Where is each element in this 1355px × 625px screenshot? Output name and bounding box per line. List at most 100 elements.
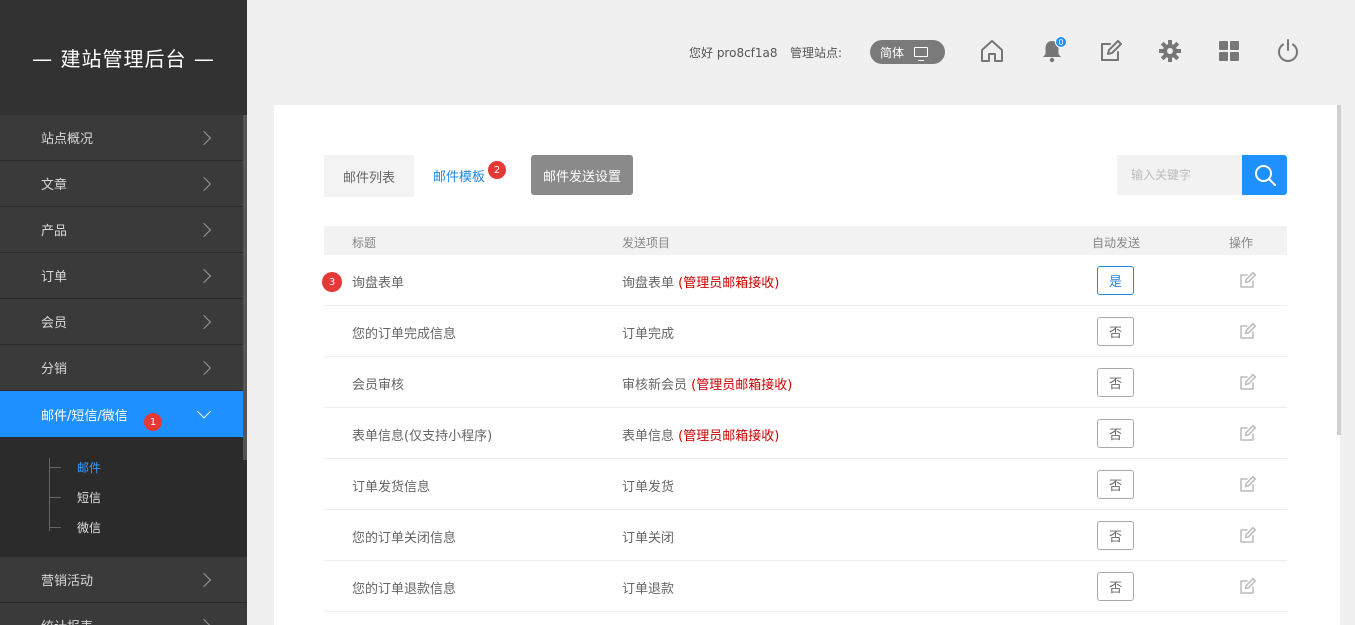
auto-send-toggle[interactable]: 否 bbox=[1097, 368, 1134, 397]
gear-icon[interactable] bbox=[1157, 38, 1183, 64]
edit-icon[interactable] bbox=[1238, 321, 1258, 341]
power-icon[interactable] bbox=[1275, 38, 1301, 64]
home-icon[interactable] bbox=[979, 38, 1005, 64]
submenu-item-label: 邮件 bbox=[77, 460, 102, 475]
sidebar-item-label: 分销 bbox=[41, 362, 68, 377]
search-input[interactable] bbox=[1117, 155, 1242, 195]
send-item-note: (管理员邮箱接收) bbox=[691, 378, 793, 393]
sidebar-item-label: 站点概况 bbox=[41, 132, 94, 147]
edit-icon[interactable] bbox=[1238, 525, 1258, 545]
sidebar-item-overview[interactable]: 站点概况 bbox=[0, 115, 247, 161]
chevron-right-icon bbox=[196, 572, 212, 587]
sidebar-item-members[interactable]: 会员 bbox=[0, 299, 247, 345]
notification-count: 0 bbox=[1055, 36, 1067, 48]
tree-tick bbox=[49, 467, 61, 468]
grid-icon[interactable] bbox=[1216, 38, 1242, 64]
table-row: 您的订单关闭信息 订单关闭 否 bbox=[324, 510, 1287, 561]
sidebar: — 建站管理后台 — 站点概况 文章 产品 订单 会员 分销 邮件/短信/微信 … bbox=[0, 0, 247, 625]
send-item-name: 询盘表单 bbox=[622, 276, 675, 291]
edit-icon[interactable] bbox=[1238, 270, 1258, 290]
column-header-auto: 自动发送 bbox=[1092, 236, 1141, 250]
send-item-name: 表单信息 bbox=[622, 429, 675, 444]
submenu-item-label: 短信 bbox=[77, 490, 102, 505]
send-item-note: (管理员邮箱接收) bbox=[678, 276, 780, 291]
auto-send-toggle[interactable]: 否 bbox=[1097, 572, 1134, 601]
edit-icon[interactable] bbox=[1238, 423, 1258, 443]
sidebar-item-distribution[interactable]: 分销 bbox=[0, 345, 247, 391]
sidebar-item-label: 营销活动 bbox=[41, 574, 94, 589]
page-scrollbar[interactable] bbox=[1337, 105, 1341, 435]
column-header-title: 标题 bbox=[352, 236, 377, 250]
sidebar-item-products[interactable]: 产品 bbox=[0, 207, 247, 253]
row-title: 询盘表单 bbox=[352, 276, 405, 291]
sidebar-item-label: 会员 bbox=[41, 316, 68, 331]
auto-send-toggle[interactable]: 否 bbox=[1097, 470, 1134, 499]
row-send-item: 订单关闭 bbox=[622, 527, 674, 546]
edit-icon[interactable] bbox=[1238, 576, 1258, 596]
sidebar-item-orders[interactable]: 订单 bbox=[0, 253, 247, 299]
brand-title: — 建站管理后台 — bbox=[0, 0, 247, 115]
row-title: 您的订单退款信息 bbox=[352, 582, 457, 597]
sidebar-item-articles[interactable]: 文章 bbox=[0, 161, 247, 207]
step-badge: 1 bbox=[144, 413, 162, 431]
chevron-right-icon bbox=[196, 222, 212, 237]
send-item-name: 审核新会员 bbox=[622, 378, 688, 393]
sidebar-item-reports[interactable]: 统计报表 bbox=[0, 603, 247, 625]
chevron-right-icon bbox=[196, 314, 212, 329]
row-title: 会员审核 bbox=[352, 378, 405, 393]
tree-tick bbox=[49, 527, 61, 528]
step-badge: 2 bbox=[488, 161, 507, 179]
search-icon bbox=[1254, 165, 1276, 186]
submenu-item-label: 微信 bbox=[77, 520, 102, 535]
sidebar-item-messaging[interactable]: 邮件/短信/微信 1 bbox=[0, 391, 247, 437]
column-header-op: 操作 bbox=[1229, 236, 1254, 250]
sidebar-item-label: 订单 bbox=[41, 270, 68, 285]
bell-icon[interactable]: 0 bbox=[1039, 36, 1067, 64]
search-button[interactable] bbox=[1242, 155, 1287, 195]
tab-label: 邮件模板 bbox=[433, 170, 486, 185]
main-panel: 邮件列表 邮件模板 2 邮件发送设置 标题 发送项目 自动发送 操作 3 询盘表单… bbox=[274, 105, 1340, 625]
submenu-item-wechat[interactable]: 微信 bbox=[0, 512, 247, 542]
monitor-icon bbox=[914, 47, 929, 61]
chevron-right-icon bbox=[196, 130, 212, 145]
sidebar-item-label: 统计报表 bbox=[41, 616, 93, 625]
row-send-item: 订单完成 bbox=[622, 323, 674, 342]
edit-icon[interactable] bbox=[1238, 474, 1258, 494]
edit-icon[interactable] bbox=[1238, 372, 1258, 392]
auto-send-toggle[interactable]: 否 bbox=[1097, 521, 1134, 550]
edit-icon[interactable] bbox=[1098, 38, 1124, 64]
email-send-settings-button[interactable]: 邮件发送设置 bbox=[531, 155, 633, 195]
auto-send-toggle[interactable]: 是 bbox=[1097, 266, 1134, 295]
submenu-item-email[interactable]: 邮件 bbox=[0, 452, 247, 482]
send-item-name: 订单关闭 bbox=[622, 531, 675, 546]
row-send-item: 订单退款 bbox=[622, 578, 674, 597]
submenu-item-sms[interactable]: 短信 bbox=[0, 482, 247, 512]
row-send-item: 订单发货 bbox=[622, 476, 674, 495]
tab-email-templates[interactable]: 邮件模板 2 bbox=[414, 155, 507, 197]
row-title: 您的订单完成信息 bbox=[352, 327, 457, 342]
row-title: 订单发货信息 bbox=[352, 480, 431, 495]
send-item-note: (管理员邮箱接收) bbox=[678, 429, 780, 444]
auto-send-toggle[interactable]: 否 bbox=[1097, 419, 1134, 448]
sidebar-item-label: 产品 bbox=[41, 224, 68, 239]
chevron-right-icon bbox=[196, 176, 212, 191]
sidebar-item-marketing[interactable]: 营销活动 bbox=[0, 557, 247, 603]
row-title: 您的订单关闭信息 bbox=[352, 531, 457, 546]
table-row: 订单发货信息 订单发货 否 bbox=[324, 459, 1287, 510]
language-switch-button[interactable]: 简体 bbox=[870, 40, 945, 64]
site-label: 管理站点: bbox=[790, 46, 843, 60]
auto-send-toggle[interactable]: 否 bbox=[1097, 317, 1134, 346]
table-row: 您的订单完成信息 订单完成 否 bbox=[324, 306, 1287, 357]
send-item-name: 订单完成 bbox=[622, 327, 675, 342]
table-header: 标题 发送项目 自动发送 操作 bbox=[324, 226, 1287, 255]
step-badge: 3 bbox=[322, 272, 342, 292]
row-send-item: 表单信息 (管理员邮箱接收) bbox=[622, 425, 779, 444]
tab-email-list[interactable]: 邮件列表 bbox=[324, 155, 414, 197]
chevron-right-icon bbox=[196, 618, 212, 625]
sidebar-item-label: 邮件/短信/微信 bbox=[41, 408, 128, 424]
header: 您好 pro8cf1a8 管理站点: 简体 0 bbox=[247, 0, 1355, 105]
table-row: 您的订单退款信息 订单退款 否 bbox=[324, 561, 1287, 612]
language-label: 简体 bbox=[880, 45, 905, 60]
sidebar-scrollbar[interactable] bbox=[243, 115, 247, 460]
search-box bbox=[1117, 155, 1287, 195]
